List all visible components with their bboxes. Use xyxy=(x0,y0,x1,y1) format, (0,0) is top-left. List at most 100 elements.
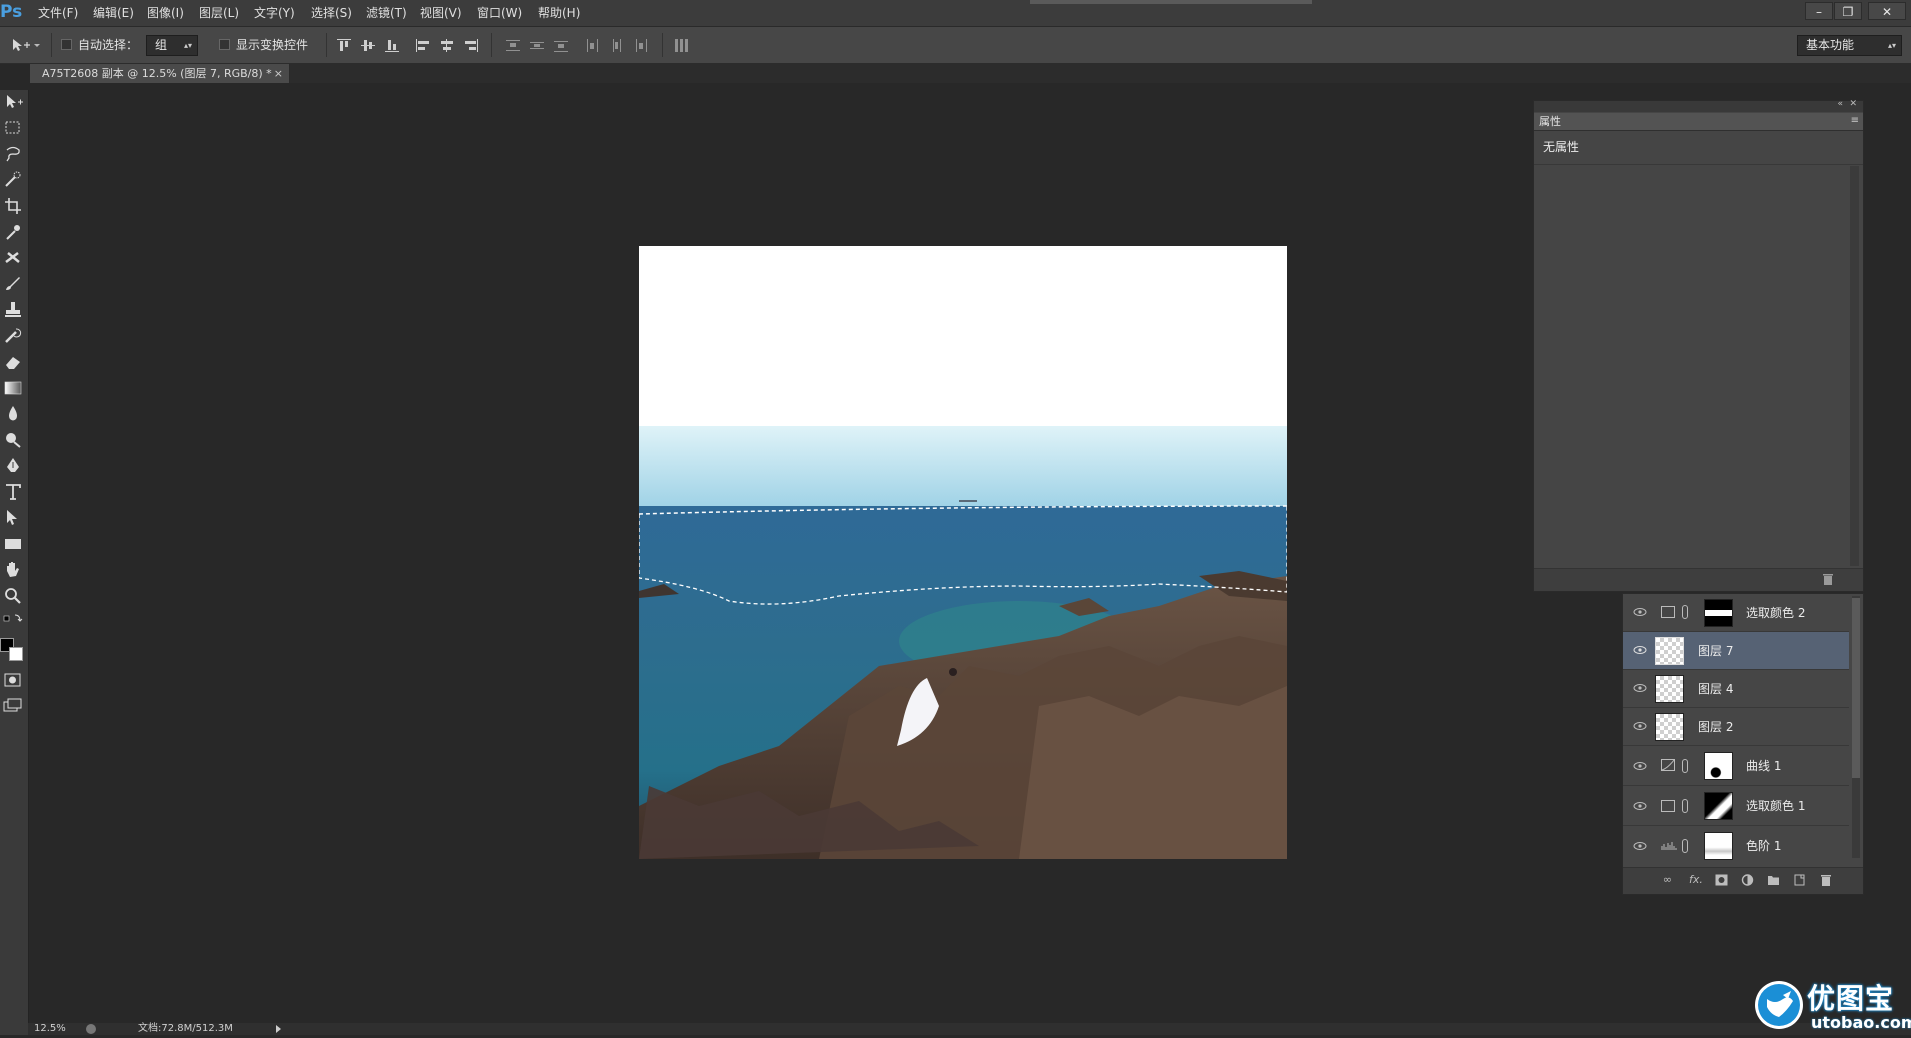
menu-edit[interactable]: 编辑(E) xyxy=(93,0,134,26)
auto-select-checkbox[interactable] xyxy=(61,39,72,50)
layers-scrollbar-thumb[interactable] xyxy=(1852,598,1860,778)
properties-scrollbar[interactable] xyxy=(1850,166,1859,566)
blur-tool-icon[interactable] xyxy=(2,404,24,424)
close-panel-icon[interactable]: ✕ xyxy=(1849,99,1857,109)
layer-row[interactable]: 选取颜色 2 xyxy=(1623,594,1849,632)
layer-thumbnail[interactable] xyxy=(1655,713,1684,741)
layer-thumbnail[interactable] xyxy=(1655,675,1684,703)
menu-file[interactable]: 文件(F) xyxy=(38,0,78,26)
screen-mode-icon[interactable] xyxy=(2,696,24,716)
distribute-bottom-icon[interactable] xyxy=(554,39,568,52)
align-hcenter-icon[interactable] xyxy=(440,39,454,52)
zoom-level[interactable]: 12.5% xyxy=(34,1023,66,1035)
new-group-folder-icon[interactable] xyxy=(1767,874,1780,886)
eye-visibility-icon[interactable] xyxy=(1633,801,1647,811)
menu-view[interactable]: 视图(V) xyxy=(420,0,462,26)
move-tool-preset-icon[interactable] xyxy=(10,37,40,53)
menu-image[interactable]: 图像(I) xyxy=(147,0,184,26)
status-menu-arrow-icon[interactable] xyxy=(276,1025,281,1033)
quick-mask-icon[interactable] xyxy=(2,670,24,690)
auto-select-dropdown[interactable]: 组 ▴▾ xyxy=(146,35,198,56)
gradient-tool-icon[interactable] xyxy=(2,378,24,398)
layer-thumbnail[interactable] xyxy=(1655,637,1684,665)
background-color-swatch[interactable] xyxy=(9,647,23,661)
eye-visibility-icon[interactable] xyxy=(1633,607,1647,617)
fx-icon[interactable]: fx. xyxy=(1689,874,1703,886)
dodge-tool-icon[interactable] xyxy=(2,430,24,450)
panel-menu-icon[interactable]: ≡ xyxy=(1851,115,1859,126)
adjustment-layer-icon[interactable] xyxy=(1741,874,1754,886)
status-info-icon[interactable] xyxy=(86,1024,96,1034)
layer-row[interactable]: 色阶 1 xyxy=(1623,826,1849,866)
align-vcenter-icon[interactable] xyxy=(361,39,375,52)
align-bottom-icon[interactable] xyxy=(385,39,399,52)
menu-filter[interactable]: 滤镜(T) xyxy=(366,0,407,26)
layer-row[interactable]: 图层 2 xyxy=(1623,708,1849,746)
restore-button[interactable]: ❐ xyxy=(1834,2,1862,20)
layer-mask-thumbnail[interactable] xyxy=(1704,792,1733,820)
delete-layer-icon[interactable] xyxy=(1819,874,1832,886)
trash-icon[interactable] xyxy=(1823,573,1833,585)
clone-stamp-tool-icon[interactable] xyxy=(2,300,24,320)
hand-tool-icon[interactable] xyxy=(2,560,24,580)
eye-visibility-icon[interactable] xyxy=(1633,761,1647,771)
distribute-left-icon[interactable] xyxy=(586,39,600,52)
distribute-top-icon[interactable] xyxy=(506,39,520,52)
eye-visibility-icon[interactable] xyxy=(1633,683,1647,693)
link-layers-icon[interactable]: ∞ xyxy=(1661,874,1674,886)
mask-link-icon[interactable] xyxy=(1682,799,1688,813)
menu-type[interactable]: 文字(Y) xyxy=(254,0,295,26)
mask-link-icon[interactable] xyxy=(1682,759,1688,773)
marquee-tool-icon[interactable] xyxy=(2,118,24,138)
align-top-icon[interactable] xyxy=(337,39,351,52)
layer-row-active[interactable]: 图层 7 xyxy=(1623,632,1849,670)
mask-link-icon[interactable] xyxy=(1682,839,1688,853)
swap-colors-icon[interactable] xyxy=(2,610,24,624)
layer-mask-thumbnail[interactable] xyxy=(1704,599,1733,627)
close-tab-icon[interactable]: × xyxy=(274,64,283,83)
new-layer-icon[interactable] xyxy=(1793,874,1806,886)
history-brush-tool-icon[interactable] xyxy=(2,326,24,346)
brush-tool-icon[interactable] xyxy=(2,274,24,294)
eye-visibility-icon[interactable] xyxy=(1633,841,1647,851)
collapse-panel-icon[interactable]: « xyxy=(1837,99,1843,109)
close-window-button[interactable]: ✕ xyxy=(1868,2,1906,20)
workspace-dropdown[interactable]: 基本功能 ▴▾ xyxy=(1797,35,1902,56)
lasso-tool-icon[interactable] xyxy=(2,144,24,164)
menu-window[interactable]: 窗口(W) xyxy=(477,0,522,26)
distribute-vcenter-icon[interactable] xyxy=(530,39,544,52)
zoom-tool-icon[interactable] xyxy=(2,586,24,606)
distribute-hcenter-icon[interactable] xyxy=(610,39,624,52)
eraser-tool-icon[interactable] xyxy=(2,352,24,372)
distribute-right-icon[interactable] xyxy=(634,39,648,52)
auto-align-icon[interactable] xyxy=(674,39,688,52)
rectangle-tool-icon[interactable] xyxy=(2,534,24,554)
minimize-button[interactable]: – xyxy=(1805,2,1833,20)
healing-brush-tool-icon[interactable] xyxy=(2,248,24,268)
layer-row[interactable]: 选取颜色 1 xyxy=(1623,786,1849,826)
layer-row[interactable]: 曲线 1 xyxy=(1623,746,1849,786)
pen-tool-icon[interactable] xyxy=(2,456,24,476)
eye-visibility-icon[interactable] xyxy=(1633,645,1647,655)
eyedropper-tool-icon[interactable] xyxy=(2,222,24,242)
quick-selection-tool-icon[interactable] xyxy=(2,170,24,190)
menu-select[interactable]: 选择(S) xyxy=(311,0,352,26)
layer-mask-thumbnail[interactable] xyxy=(1704,832,1733,860)
menu-layer[interactable]: 图层(L) xyxy=(199,0,239,26)
add-mask-icon[interactable] xyxy=(1715,874,1728,886)
document-canvas[interactable] xyxy=(639,246,1287,859)
align-right-icon[interactable] xyxy=(464,39,478,52)
layer-mask-thumbnail[interactable] xyxy=(1704,752,1733,780)
menu-help[interactable]: 帮助(H) xyxy=(538,0,580,26)
eye-visibility-icon[interactable] xyxy=(1633,721,1647,731)
path-selection-tool-icon[interactable] xyxy=(2,508,24,528)
show-transform-checkbox[interactable] xyxy=(219,39,230,50)
layer-row[interactable]: 图层 4 xyxy=(1623,670,1849,708)
crop-tool-icon[interactable] xyxy=(2,196,24,216)
document-tab[interactable]: A75T2608 副本 @ 12.5% (图层 7, RGB/8) * × xyxy=(30,64,290,83)
type-tool-icon[interactable] xyxy=(2,482,24,502)
mask-link-icon[interactable] xyxy=(1682,605,1688,619)
move-tool-icon[interactable] xyxy=(2,92,24,112)
align-left-icon[interactable] xyxy=(416,39,430,52)
properties-tab[interactable]: 属性 xyxy=(1539,113,1561,130)
